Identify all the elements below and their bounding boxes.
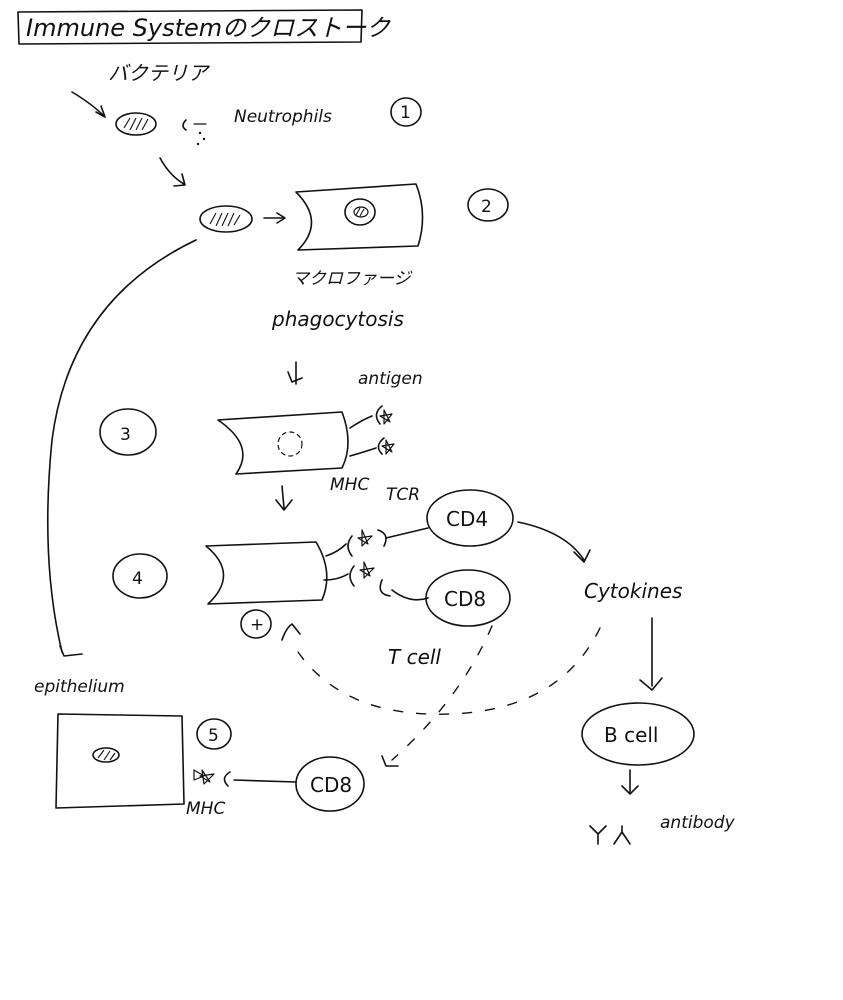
step-3: 3 antigen MHC: [99, 369, 423, 511]
antigen-peptide-2: [377, 437, 395, 455]
antigen-label: antigen: [358, 369, 423, 389]
tcr-receptor-epithelium: [223, 771, 231, 787]
tcr-receptor-cd8: [379, 579, 391, 597]
cd8-label: CD8: [444, 587, 486, 611]
b-cell-branch: B cell antibody: [581, 702, 736, 845]
step-2: 2 マクロファージ phagocytosis: [199, 183, 509, 385]
feedback-arrowhead: [281, 623, 301, 641]
arrow-to-macrophage: [159, 157, 185, 185]
neutrophils-label: Neutrophils: [234, 107, 332, 127]
diagram-title: Immune Systemのクロストーク: [26, 14, 391, 42]
engulfed-bacterium: [344, 198, 376, 226]
cytokine-feedback-dashed-arrow: [293, 627, 601, 715]
mhc-antigen-complex-1: [347, 529, 373, 557]
macrophage-label: マクロファージ: [292, 269, 413, 289]
t-cell-label: T cell: [388, 645, 441, 669]
neutrophil-engulf-arrow: [182, 119, 187, 131]
step-4: 4 TCR CD4 CD8 T cell + Cytokines: [112, 485, 682, 767]
epithelium-label: epithelium: [34, 677, 125, 697]
antigen-presenting-cell: [217, 411, 349, 475]
bacterium-1: [115, 112, 157, 136]
b-cell: B cell: [581, 702, 695, 766]
bacterium-2: [199, 205, 253, 233]
step-marker-3: 3: [99, 408, 157, 456]
b-cell-label: B cell: [604, 723, 659, 747]
plus-marker: +: [240, 609, 272, 639]
mhc-label-step-5: MHC: [186, 799, 225, 819]
antigen-peptide-1: [375, 405, 393, 425]
infected-bacterium: [92, 747, 120, 763]
antibody-icons: [589, 825, 631, 845]
svg-text:+: +: [250, 615, 264, 635]
arrow-to-step-4: [281, 485, 285, 509]
svg-text:2: 2: [481, 197, 492, 217]
tcr-receptor-cd4: [377, 529, 387, 547]
mhc-stalk-4: [323, 573, 349, 581]
mhc-stalk-2: [349, 447, 377, 457]
cd8-t-cell-epithelium: CD8: [295, 756, 365, 812]
step-marker-1: 1: [390, 97, 422, 127]
svg-text:1: 1: [400, 103, 411, 123]
phagocytosis-label: phagocytosis: [271, 307, 404, 331]
title-box: Immune Systemのクロストーク: [17, 9, 391, 45]
cd4-label: CD4: [446, 507, 488, 531]
mhc-antigen-complex-epithelium: [193, 769, 215, 785]
mhc-stalk-1: [349, 415, 373, 429]
mhc-stalk-3: [325, 543, 347, 557]
mhc-antigen-complex-2: [349, 561, 375, 587]
immune-crosstalk-diagram: Immune Systemのクロストーク バクテリア Neutrophils 1: [17, 9, 736, 845]
cytokines-label: Cytokines: [584, 579, 682, 603]
cd4-t-cell: CD4: [426, 489, 514, 547]
step-5: epithelium 5 MHC CD8: [34, 677, 365, 819]
mhc-label-step-3: MHC: [330, 475, 369, 495]
cd8-t-cell: CD8: [425, 569, 511, 627]
epithelial-cell: [55, 713, 185, 809]
cd8-label-step-5: CD8: [310, 773, 352, 797]
antibody-label: antibody: [660, 813, 736, 833]
svg-text:5: 5: [208, 726, 219, 746]
digested-bacterium: [277, 431, 303, 457]
step-marker-5: 5: [196, 718, 232, 750]
bacteria-label: バクテリア: [108, 61, 211, 85]
svg-text:3: 3: [120, 425, 131, 445]
step-marker-4: 4: [112, 553, 168, 599]
step-1: バクテリア Neutrophils 1: [71, 61, 422, 187]
bacteria-incoming-arrow: [71, 91, 105, 117]
tcr-label: TCR: [386, 485, 420, 505]
antigen-presenting-cell-2: [205, 541, 328, 605]
svg-text:4: 4: [132, 569, 143, 589]
arrow-cd4-to-cytokines: [517, 521, 585, 561]
step-marker-2: 2: [467, 188, 509, 222]
arrow-bacteria-to-epithelium: [46, 239, 197, 653]
